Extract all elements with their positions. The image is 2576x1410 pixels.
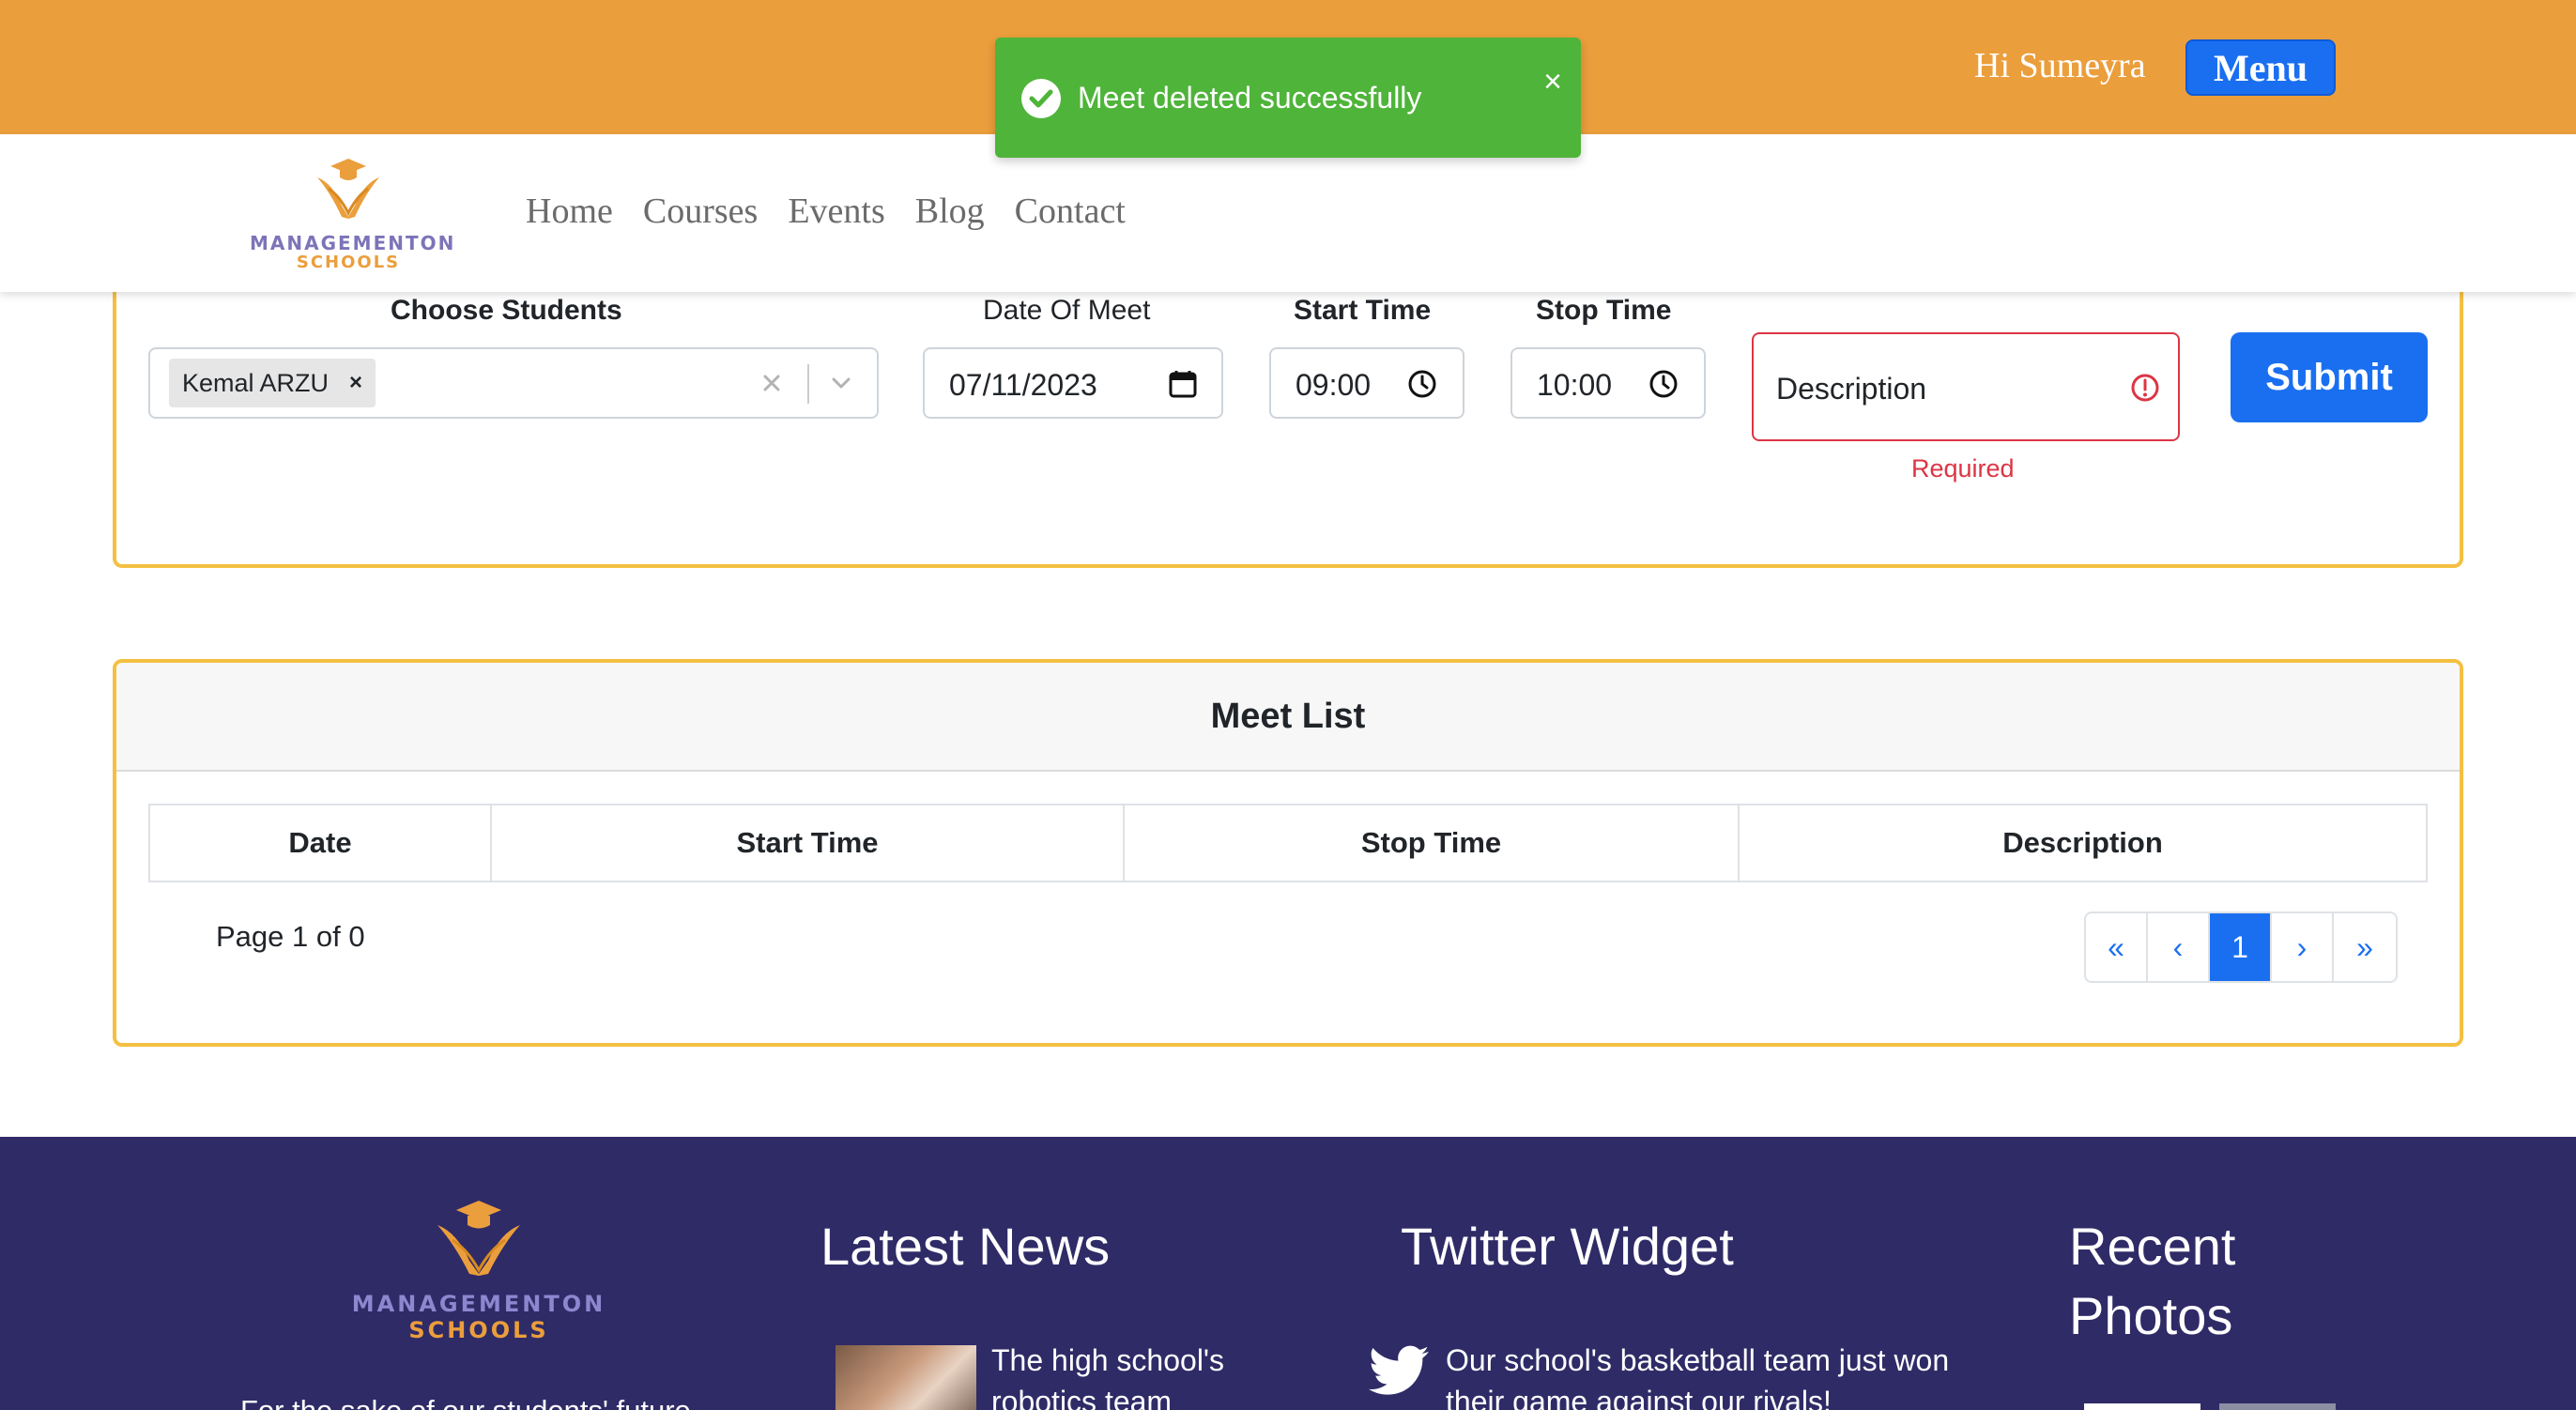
next-page-button[interactable]: › [2272, 913, 2334, 981]
clear-icon[interactable] [760, 372, 783, 394]
stop-time-input[interactable]: 10:00 [1510, 347, 1706, 419]
student-chip: Kemal ARZU × [169, 359, 376, 407]
news-thumbnail[interactable] [836, 1345, 976, 1410]
clock-icon[interactable] [1648, 368, 1679, 400]
school-logo[interactable]: MANAGEMENTON SCHOOLS [250, 151, 456, 272]
clock-icon[interactable] [1406, 368, 1438, 400]
page-button-1[interactable]: 1 [2210, 913, 2272, 981]
check-circle-icon [1021, 79, 1061, 118]
nav-courses[interactable]: Courses [643, 191, 758, 232]
graduation-v-icon [317, 159, 379, 219]
logo-line-1: MANAGEMENTON [250, 232, 456, 254]
column-header-description[interactable]: Description [1740, 805, 2426, 881]
recent-photos-heading: Recent Photos [2069, 1217, 2236, 1345]
user-greeting: Hi Sumeyra [1974, 46, 2146, 85]
meet-table: Date Start Time Stop Time Description [148, 804, 2428, 882]
first-page-button[interactable]: « [2086, 913, 2148, 981]
prev-page-button[interactable]: ‹ [2148, 913, 2210, 981]
start-time-value: 09:00 [1296, 368, 1372, 402]
students-label: Choose Students [391, 295, 622, 326]
graduation-v-icon [437, 1201, 520, 1276]
menu-button[interactable]: Menu [2185, 39, 2336, 96]
footer-logo-line-1: MANAGEMENTON [351, 1291, 606, 1317]
footer-logo-line-2: SCHOOLS [408, 1317, 549, 1343]
logo-line-2: SCHOOLS [296, 253, 401, 272]
footer-logo[interactable]: MANAGEMENTON SCHOOLS [349, 1193, 608, 1343]
nav-contact[interactable]: Contact [1015, 191, 1126, 232]
success-toast: Meet deleted successfully × [995, 38, 1581, 158]
chip-remove-icon[interactable]: × [349, 370, 362, 396]
latest-news-heading: Latest News [820, 1217, 1111, 1276]
column-header-stop-time[interactable]: Stop Time [1125, 805, 1740, 881]
chevron-down-icon[interactable] [828, 370, 854, 396]
tweet-text: Our school's basketball team just won th… [1446, 1343, 1950, 1410]
stop-time-label: Stop Time [1536, 295, 1672, 326]
start-time-input[interactable]: 09:00 [1269, 347, 1464, 419]
date-value: 07/11/2023 [949, 368, 1097, 402]
date-label: Date Of Meet [983, 295, 1151, 326]
recent-photo[interactable] [2219, 1403, 2336, 1410]
column-header-start-time[interactable]: Start Time [492, 805, 1125, 881]
select-separator [807, 364, 809, 404]
date-input[interactable]: 07/11/2023 [923, 347, 1223, 419]
last-page-button[interactable]: » [2334, 913, 2396, 981]
toast-message: Meet deleted successfully [1078, 81, 1422, 115]
start-time-label: Start Time [1294, 295, 1432, 326]
calendar-icon[interactable] [1167, 368, 1199, 400]
nav-events[interactable]: Events [788, 191, 884, 232]
twitter-icon[interactable] [1369, 1345, 1429, 1396]
column-header-date[interactable]: Date [150, 805, 492, 881]
page-info: Page 1 of 0 [216, 920, 365, 953]
news-item-text[interactable]: The high school's robotics team [991, 1340, 1273, 1410]
description-error: Required [1911, 454, 2015, 483]
stop-time-value: 10:00 [1537, 368, 1613, 402]
footer-tagline: For the sake of our students' future... [240, 1394, 715, 1410]
submit-button[interactable]: Submit [2231, 332, 2428, 422]
twitter-widget-heading: Twitter Widget [1401, 1217, 1734, 1276]
description-placeholder: Description [1776, 372, 1927, 406]
meet-list-card: Meet List Date Start Time Stop Time Desc… [113, 659, 2463, 1047]
description-input[interactable]: Description [1752, 332, 2180, 441]
recent-photo[interactable] [2084, 1403, 2200, 1410]
students-select[interactable]: Kemal ARZU × [148, 347, 879, 419]
pagination: « ‹ 1 › » [2084, 912, 2398, 983]
error-icon [2131, 374, 2159, 402]
nav-blog[interactable]: Blog [915, 191, 985, 232]
nav-links: Home Courses Events Blog Contact [526, 191, 1126, 232]
student-chip-label: Kemal ARZU [182, 368, 330, 397]
toast-close-icon[interactable]: × [1543, 64, 1562, 100]
nav-home[interactable]: Home [526, 191, 613, 232]
site-footer: MANAGEMENTON SCHOOLS For the sake of our… [0, 1137, 2576, 1410]
main-navbar: MANAGEMENTON SCHOOLS Home Courses Events… [0, 134, 2576, 292]
meet-list-title: Meet List [116, 663, 2460, 772]
